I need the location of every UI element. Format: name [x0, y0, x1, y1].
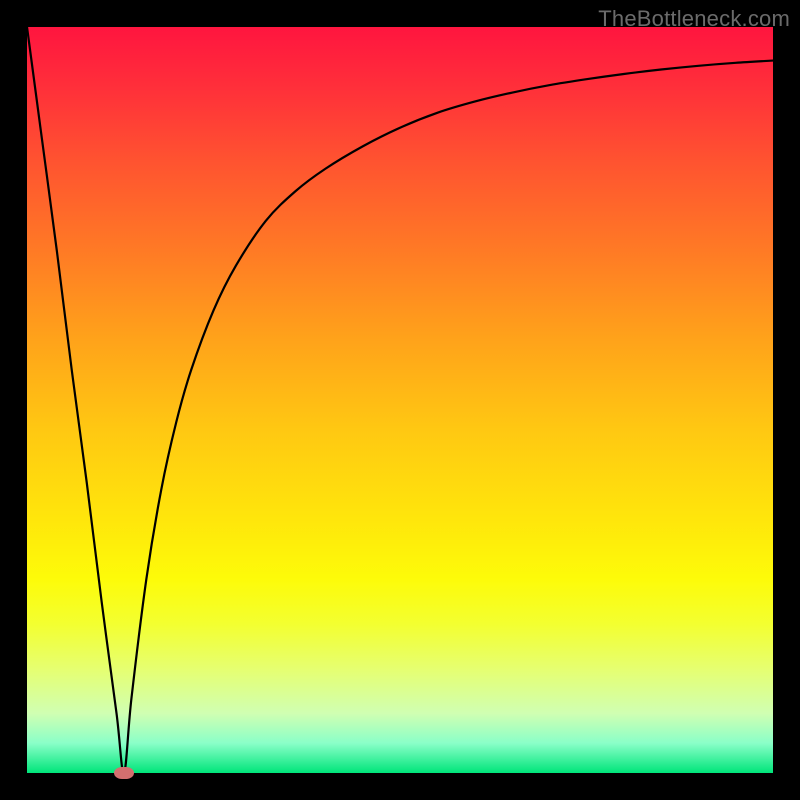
minimum-marker — [114, 767, 134, 779]
plot-area — [27, 27, 773, 773]
bottleneck-curve — [27, 27, 773, 773]
watermark-text: TheBottleneck.com — [598, 6, 790, 32]
chart-frame: TheBottleneck.com — [0, 0, 800, 800]
